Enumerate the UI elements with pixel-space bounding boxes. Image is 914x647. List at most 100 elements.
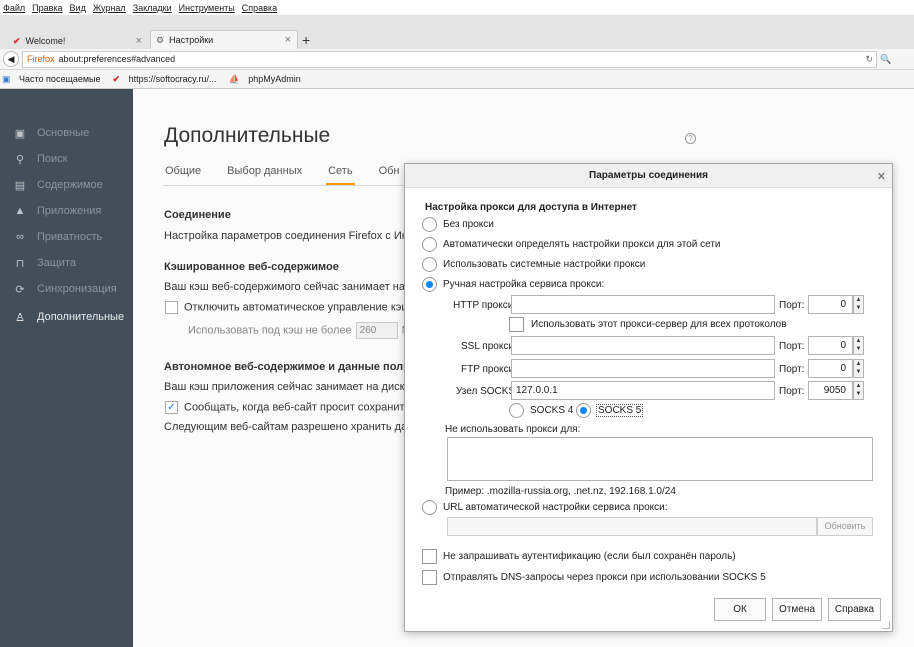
arrow-left-icon: ◀: [7, 53, 15, 64]
sidebar-item-advanced[interactable]: ♙ Дополнительные: [14, 311, 124, 324]
socks-host-input[interactable]: 127.0.0.1: [511, 381, 775, 400]
radio-no-proxy[interactable]: [422, 217, 437, 232]
sidebar-item-applications[interactable]: ▲ Приложения: [14, 205, 102, 217]
tab-update[interactable]: Обн: [377, 165, 402, 185]
dialog-title: Параметры соединения: [405, 164, 892, 188]
help-icon[interactable]: ?: [685, 133, 696, 144]
close-icon[interactable]: ✕: [877, 170, 886, 183]
no-auth-prompt-checkbox[interactable]: [422, 549, 437, 564]
tab-data-choices[interactable]: Выбор данных: [225, 165, 304, 185]
radio-socks5[interactable]: [576, 403, 591, 418]
sidebar-item-content[interactable]: ▤ Содержимое: [14, 179, 103, 192]
advanced-icon: ♙: [15, 311, 25, 324]
socks-port-stepper[interactable]: ▲ ▼: [853, 381, 864, 400]
radio-socks4[interactable]: [509, 403, 524, 418]
offline-notify-checkbox[interactable]: ✓: [165, 401, 178, 414]
sidebar-item-sync[interactable]: ⟳ Синхронизация: [14, 283, 116, 296]
help-button[interactable]: Справка: [828, 598, 881, 621]
tab-settings[interactable]: ⚙ Настройки ×: [150, 30, 298, 49]
navigation-bar: ◀ Firefox about:preferences#advanced ↻ 🔍: [0, 49, 914, 70]
reload-icon[interactable]: ↻: [865, 54, 873, 65]
http-port-stepper[interactable]: ▲ ▼: [853, 295, 864, 314]
offline-notify-label: Сообщать, когда веб-сайт просит сохранит…: [184, 401, 426, 414]
privacy-mask-icon: ∞: [16, 231, 24, 243]
socks-dns-checkbox[interactable]: [422, 570, 437, 585]
lock-icon: ⊓: [15, 257, 25, 270]
http-proxy-label: HTTP прокси:: [453, 300, 517, 311]
connection-heading: Соединение: [164, 209, 231, 221]
no-proxy-textarea[interactable]: [447, 437, 873, 481]
search-icon[interactable]: 🔍: [880, 54, 891, 65]
sidebar-item-label: Поиск: [37, 153, 68, 165]
menu-edit[interactable]: Правка: [32, 3, 62, 13]
new-tab-button[interactable]: +: [302, 32, 310, 48]
radio-auto-config-url[interactable]: [422, 500, 437, 515]
offline-heading: Автономное веб-содержимое и данные польз: [164, 361, 416, 373]
cancel-button[interactable]: Отмена: [772, 598, 822, 621]
sidebar-item-security[interactable]: ⊓ Защита: [14, 257, 76, 270]
http-proxy-input[interactable]: [511, 295, 775, 314]
cache-limit-field[interactable]: 260: [355, 322, 398, 339]
ok-button[interactable]: ОК: [714, 598, 766, 621]
reload-button[interactable]: Обновить: [817, 517, 873, 536]
applications-icon: ▲: [14, 205, 26, 217]
cache-override-checkbox[interactable]: [165, 301, 178, 314]
share-proxy-checkbox[interactable]: [509, 317, 524, 332]
tab-network[interactable]: Сеть: [326, 165, 355, 185]
sidebar-item-general[interactable]: ▣ Основные: [14, 127, 89, 140]
tab-welcome[interactable]: ✔ Welcome! ×: [8, 33, 148, 49]
proxy-heading: Настройка прокси для доступа в Интернет: [425, 202, 637, 213]
socks-dns-label: Отправлять DNS-запросы через прокси при …: [443, 572, 766, 583]
sidebar-item-label: Содержимое: [37, 179, 103, 191]
close-icon[interactable]: ×: [285, 34, 291, 46]
ftp-proxy-label: FTP прокси:: [461, 364, 517, 375]
ftp-proxy-input[interactable]: [511, 359, 775, 378]
resize-grip[interactable]: [882, 621, 890, 629]
preferences-sidebar: ▣ Основные ⚲ Поиск ▤ Содержимое ▲ Приложения…: [0, 89, 133, 647]
close-icon[interactable]: ×: [136, 35, 142, 47]
url-bar[interactable]: Firefox about:preferences#advanced ↻: [22, 50, 877, 68]
auto-config-url-input[interactable]: [447, 517, 817, 536]
phpmyadmin-icon: ⛵: [228, 73, 240, 84]
bookmark-softocracy[interactable]: ✔ https://softocracy.ru/...: [113, 74, 223, 85]
http-port-input[interactable]: 0: [808, 295, 853, 314]
menu-bookmarks[interactable]: Закладки: [133, 3, 172, 13]
no-proxy-label: Не использовать прокси для:: [445, 424, 581, 435]
menu-help[interactable]: Справка: [242, 3, 277, 13]
sidebar-item-search[interactable]: ⚲ Поиск: [14, 153, 68, 166]
menu-history[interactable]: Журнал: [93, 3, 126, 13]
menu-view[interactable]: Вид: [70, 3, 86, 13]
radio-no-proxy-label: Без прокси: [443, 219, 494, 230]
cache-description: Ваш кэш веб-содержимого сейчас занимает …: [164, 281, 427, 293]
socks-port-label: Порт:: [779, 386, 805, 397]
sidebar-item-label: Защита: [37, 257, 76, 269]
sidebar-item-label: Приватность: [37, 231, 103, 243]
bookmark-phpmyadmin[interactable]: ⛵ phpMyAdmin: [228, 74, 306, 85]
checkmark-icon: ✔: [112, 73, 121, 84]
radio-manual-proxy[interactable]: [422, 277, 437, 292]
radio-auto-detect-label: Автоматически определять настройки прокс…: [443, 239, 721, 250]
socks-port-input[interactable]: 9050: [808, 381, 853, 400]
connection-description: Настройка параметров соединения Firefox …: [164, 230, 425, 242]
tab-general[interactable]: Общие: [163, 165, 203, 185]
search-icon: ⚲: [15, 153, 25, 166]
menu-tools[interactable]: Инструменты: [179, 3, 235, 13]
ssl-port-stepper[interactable]: ▲ ▼: [853, 336, 864, 355]
back-button[interactable]: ◀: [3, 51, 19, 67]
cache-override-label: Отключить автоматическое управление кэше…: [184, 301, 424, 314]
radio-system-proxy[interactable]: [422, 257, 437, 272]
dialog-title-text: Параметры соединения: [589, 170, 708, 181]
ftp-port-input[interactable]: 0: [808, 359, 853, 378]
page-title: Дополнительные: [164, 124, 331, 147]
ftp-port-stepper[interactable]: ▲ ▼: [853, 359, 864, 378]
offline-description: Ваш кэш приложения сейчас занимает на ди…: [164, 381, 430, 393]
menu-file[interactable]: Файл: [3, 3, 25, 13]
sidebar-item-privacy[interactable]: ∞ Приватность: [14, 231, 102, 243]
radio-auto-detect[interactable]: [422, 237, 437, 252]
ssl-proxy-input[interactable]: [511, 336, 775, 355]
connection-settings-dialog: Параметры соединения ✕ Настройка прокси …: [404, 163, 893, 632]
ssl-port-input[interactable]: 0: [808, 336, 853, 355]
general-icon: ▣: [14, 127, 26, 140]
share-proxy-label: Использовать этот прокси-сервер для всех…: [531, 319, 787, 330]
bookmark-most-visited[interactable]: ▣ Часто посещаемые: [2, 74, 107, 85]
